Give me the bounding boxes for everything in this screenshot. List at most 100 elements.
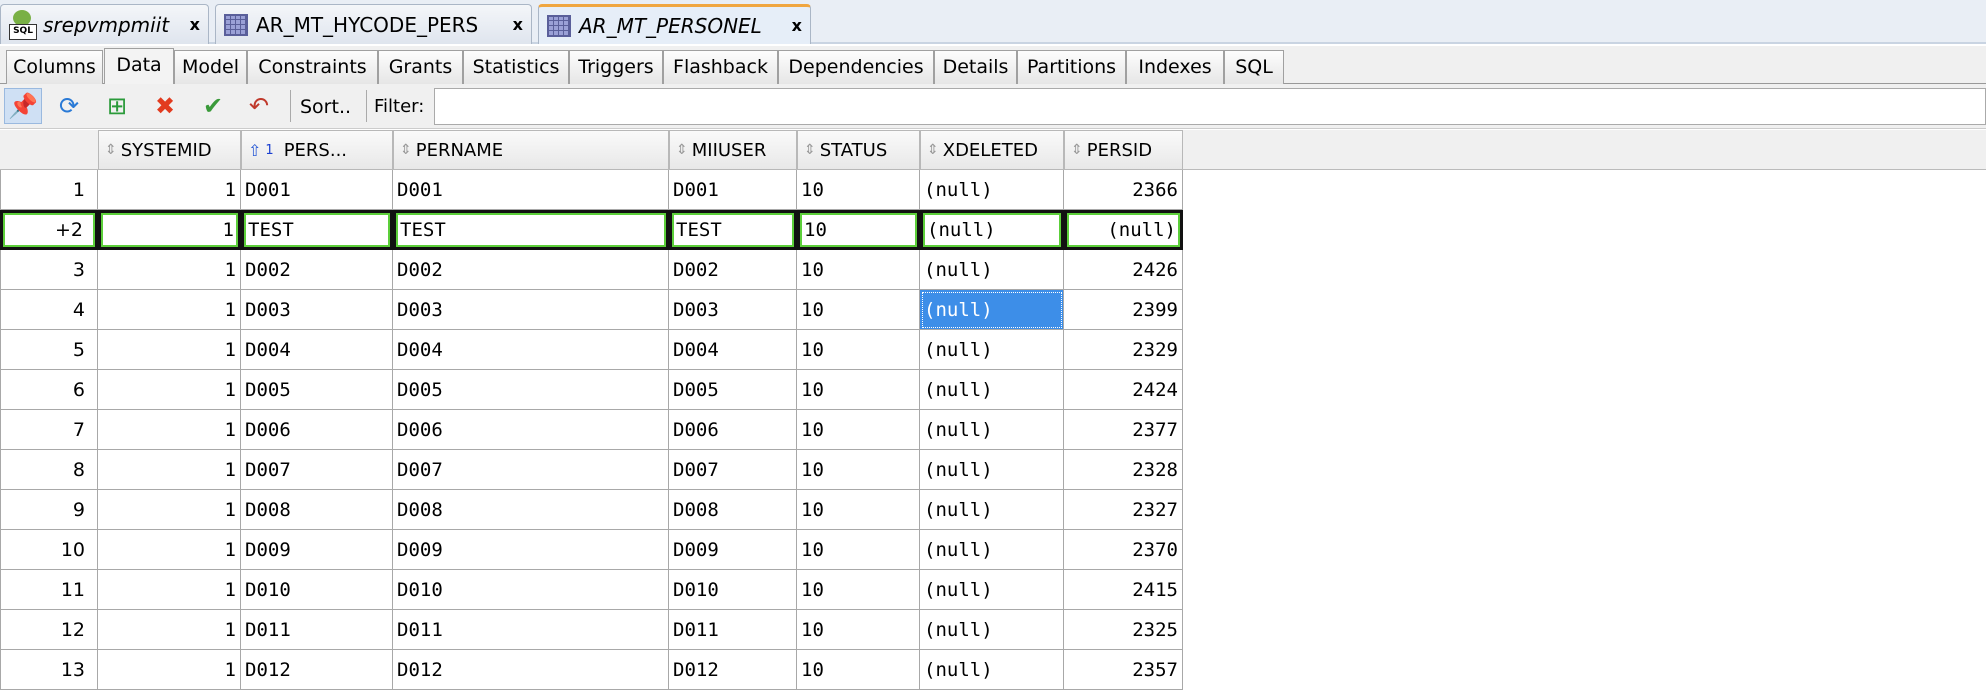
refresh-icon[interactable]: ⟳ <box>50 88 88 124</box>
tab-data[interactable]: Data <box>104 48 174 85</box>
systemid-cell[interactable]: 1 <box>98 570 241 610</box>
pername-cell[interactable]: D005 <box>393 370 669 410</box>
xdeleted-cell[interactable]: (null) <box>920 530 1064 570</box>
miiuser-cell[interactable]: D003 <box>669 290 797 330</box>
persid-cell[interactable]: (null) <box>1064 210 1183 250</box>
table-row[interactable]: 13 1 D012 D012 D012 10 (null) 2357 <box>0 650 1183 690</box>
pername-cell[interactable]: D006 <box>393 410 669 450</box>
persid-cell[interactable]: 2357 <box>1064 650 1183 690</box>
pername-cell[interactable]: TEST <box>393 210 669 250</box>
tab-model[interactable]: Model <box>174 50 247 84</box>
status-cell[interactable]: 10 <box>797 370 920 410</box>
pername-cell[interactable]: D001 <box>393 170 669 210</box>
tab-sql[interactable]: SQL <box>1224 50 1284 84</box>
pername-cell[interactable]: D002 <box>393 250 669 290</box>
systemid-cell[interactable]: 1 <box>98 610 241 650</box>
table-row[interactable]: 4 1 D003 D003 D003 10 (null) 2399 <box>0 290 1183 330</box>
pername-cell[interactable]: D008 <box>393 490 669 530</box>
column-header-systemid[interactable]: ⇕ SYSTEMID <box>98 130 241 170</box>
pername-cell[interactable]: D007 <box>393 450 669 490</box>
pers-cell[interactable]: D011 <box>241 610 393 650</box>
status-cell[interactable]: 10 <box>797 530 920 570</box>
pers-cell[interactable]: D001 <box>241 170 393 210</box>
pers-cell[interactable]: D008 <box>241 490 393 530</box>
status-cell[interactable]: 10 <box>797 410 920 450</box>
tab-dependencies[interactable]: Dependencies <box>778 50 934 84</box>
sort-button[interactable]: Sort.. <box>300 96 351 118</box>
systemid-cell[interactable]: 1 <box>98 490 241 530</box>
miiuser-cell[interactable]: D011 <box>669 610 797 650</box>
close-icon[interactable]: x <box>792 16 802 35</box>
pername-cell[interactable]: D003 <box>393 290 669 330</box>
systemid-cell[interactable]: 1 <box>98 530 241 570</box>
xdeleted-cell[interactable]: (null) <box>920 330 1064 370</box>
xdeleted-cell[interactable]: (null) <box>920 650 1064 690</box>
tab-triggers[interactable]: Triggers <box>569 50 663 84</box>
table-row[interactable]: 11 1 D010 D010 D010 10 (null) 2415 <box>0 570 1183 610</box>
status-cell[interactable]: 10 <box>797 290 920 330</box>
persid-cell[interactable]: 2399 <box>1064 290 1183 330</box>
xdeleted-cell[interactable]: (null) <box>920 490 1064 530</box>
miiuser-cell[interactable]: D008 <box>669 490 797 530</box>
status-cell[interactable]: 10 <box>797 450 920 490</box>
table-row[interactable]: 12 1 D011 D011 D011 10 (null) 2325 <box>0 610 1183 650</box>
filter-input[interactable] <box>434 88 1986 125</box>
pers-cell[interactable]: D005 <box>241 370 393 410</box>
table-row[interactable]: 10 1 D009 D009 D009 10 (null) 2370 <box>0 530 1183 570</box>
status-cell[interactable]: 10 <box>797 250 920 290</box>
close-icon[interactable]: x <box>513 15 523 34</box>
systemid-cell[interactable]: 1 <box>98 210 241 250</box>
pers-cell[interactable]: D002 <box>241 250 393 290</box>
pername-cell[interactable]: D012 <box>393 650 669 690</box>
doc-tab-hycode-pers[interactable]: AR_MT_HYCODE_PERS x <box>215 4 532 44</box>
status-cell[interactable]: 10 <box>797 650 920 690</box>
systemid-cell[interactable]: 1 <box>98 170 241 210</box>
xdeleted-cell[interactable]: (null) <box>920 410 1064 450</box>
rollback-icon[interactable]: ↶ <box>240 88 278 124</box>
persid-cell[interactable]: 2370 <box>1064 530 1183 570</box>
table-row[interactable]: 6 1 D005 D005 D005 10 (null) 2424 <box>0 370 1183 410</box>
pers-cell[interactable]: D003 <box>241 290 393 330</box>
miiuser-cell[interactable]: D001 <box>669 170 797 210</box>
pers-cell[interactable]: D004 <box>241 330 393 370</box>
tab-indexes[interactable]: Indexes <box>1126 50 1224 84</box>
table-row[interactable]: 8 1 D007 D007 D007 10 (null) 2328 <box>0 450 1183 490</box>
persid-cell[interactable]: 2426 <box>1064 250 1183 290</box>
column-header-miiuser[interactable]: ⇕ MIIUSER <box>669 130 797 170</box>
status-cell[interactable]: 10 <box>797 570 920 610</box>
status-cell[interactable]: 10 <box>797 610 920 650</box>
persid-cell[interactable]: 2325 <box>1064 610 1183 650</box>
status-cell[interactable]: 10 <box>797 170 920 210</box>
pers-cell[interactable]: D010 <box>241 570 393 610</box>
miiuser-cell[interactable]: D012 <box>669 650 797 690</box>
delete-row-icon[interactable]: ✖ <box>146 88 184 124</box>
miiuser-cell[interactable]: D009 <box>669 530 797 570</box>
tab-flashback[interactable]: Flashback <box>663 50 778 84</box>
persid-cell[interactable]: 2328 <box>1064 450 1183 490</box>
tab-details[interactable]: Details <box>934 50 1017 84</box>
xdeleted-cell[interactable]: (null) <box>920 250 1064 290</box>
tab-partitions[interactable]: Partitions <box>1017 50 1126 84</box>
persid-cell[interactable]: 2329 <box>1064 330 1183 370</box>
miiuser-cell[interactable]: D005 <box>669 370 797 410</box>
table-row[interactable]: 5 1 D004 D004 D004 10 (null) 2329 <box>0 330 1183 370</box>
xdeleted-cell[interactable]: (null) <box>920 290 1064 330</box>
pername-cell[interactable]: D010 <box>393 570 669 610</box>
pers-cell[interactable]: D012 <box>241 650 393 690</box>
column-header-pername[interactable]: ⇕ PERNAME <box>393 130 669 170</box>
pername-cell[interactable]: D004 <box>393 330 669 370</box>
systemid-cell[interactable]: 1 <box>98 330 241 370</box>
status-cell[interactable]: 10 <box>797 490 920 530</box>
xdeleted-cell[interactable]: (null) <box>920 610 1064 650</box>
status-cell[interactable]: 10 <box>797 330 920 370</box>
commit-icon[interactable]: ✔ <box>194 88 232 124</box>
persid-cell[interactable]: 2327 <box>1064 490 1183 530</box>
miiuser-cell[interactable]: D006 <box>669 410 797 450</box>
close-icon[interactable]: x <box>190 15 200 34</box>
column-header-status[interactable]: ⇕ STATUS <box>797 130 920 170</box>
persid-cell[interactable]: 2415 <box>1064 570 1183 610</box>
systemid-cell[interactable]: 1 <box>98 370 241 410</box>
table-row[interactable]: 3 1 D002 D002 D002 10 (null) 2426 <box>0 250 1183 290</box>
miiuser-cell[interactable]: D007 <box>669 450 797 490</box>
tab-constraints[interactable]: Constraints <box>247 50 378 84</box>
